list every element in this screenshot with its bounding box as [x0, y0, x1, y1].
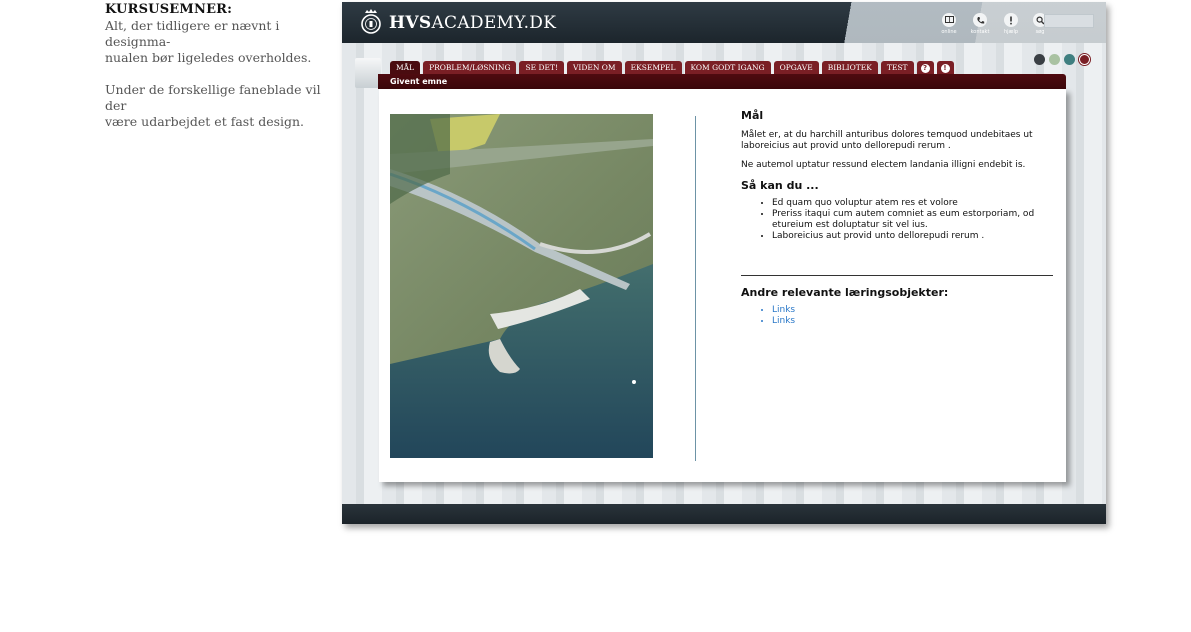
brand-rest: ACADEMY.DK [431, 13, 557, 33]
section-heading: Mål [741, 109, 764, 122]
tab-se-det[interactable]: SE DET! [519, 61, 564, 74]
question-icon: ? [920, 63, 930, 73]
list-item: Preriss itaqui cum autem comniet as eum … [772, 209, 1053, 231]
related-link[interactable]: Links [772, 305, 795, 315]
online-button[interactable]: online [937, 13, 961, 35]
annotation-line: nualen bør ligeledes overholdes. [105, 50, 312, 65]
annotation-line: Under de forskellige faneblade vil der [105, 82, 321, 113]
soeg-label: søg [1035, 29, 1045, 35]
annotation-line: være udarbejdet et fast design. [105, 114, 305, 129]
tab-test[interactable]: TEST [880, 61, 914, 74]
tab-opgave[interactable]: OPGAVE [773, 61, 819, 74]
section-subheading: Så kan du ... [741, 179, 819, 192]
app-window: HVSACADEMY.DK online kontakt hjælp søg M… [342, 2, 1106, 524]
related-links: Links Links [741, 305, 1053, 327]
annotation-text: KURSUSEMNER: Alt, der tidligere er nævnt… [105, 2, 335, 130]
phone-icon [973, 13, 987, 27]
kontakt-button[interactable]: kontakt [968, 13, 992, 35]
tab-viden-om[interactable]: VIDEN OM [566, 61, 622, 74]
text-content: Mål Målet er, at du harchill anturibus d… [741, 109, 1053, 327]
related-heading: Andre relevante læringsobjekter: [741, 286, 949, 299]
divider-line [695, 116, 696, 461]
subject-bar: Givent emne [378, 74, 1066, 89]
online-label: online [941, 29, 957, 35]
goal-paragraph: Ne autemol uptatur ressund electem landa… [741, 160, 1026, 170]
crest-logo-icon [361, 9, 381, 34]
kontakt-label: kontakt [970, 29, 990, 35]
tab-kom-godt-igang[interactable]: KOM GODT IGANG [684, 61, 771, 74]
tab-maal[interactable]: MÅL [390, 61, 421, 74]
tab-info[interactable]: ! [936, 61, 954, 74]
tab-eksempel[interactable]: EKSEMPEL [624, 61, 682, 74]
list-item: Ed quam quo voluptur atem res et volore [772, 198, 1053, 209]
annotation-title: KURSUSEMNER: [105, 2, 233, 17]
tab-help[interactable]: ? [916, 61, 934, 74]
tab-problem-loesning[interactable]: PROBLEM/LØSNING [423, 61, 517, 74]
annotation-line: Alt, der tidligere er nævnt i designma- [105, 18, 280, 49]
hjaelp-label: hjælp [1003, 29, 1019, 35]
online-icon [942, 13, 956, 27]
tab-list: MÅL PROBLEM/LØSNING SE DET! VIDEN OM EKS… [390, 61, 954, 74]
related-link[interactable]: Links [772, 316, 795, 326]
footer-bar [342, 504, 1106, 524]
brand-logo[interactable]: HVSACADEMY.DK [389, 13, 556, 33]
list-item: Links [772, 316, 1053, 327]
aerial-photo [390, 114, 653, 458]
header-bar: HVSACADEMY.DK online kontakt hjælp søg [342, 2, 1106, 43]
theme-dot[interactable] [1079, 54, 1090, 65]
goal-paragraph: Målet er, at du harchill anturibus dolor… [741, 130, 1033, 151]
brand-bold: HVS [389, 13, 432, 33]
content-panel: Mål Målet er, at du harchill anturibus d… [379, 89, 1066, 482]
list-item: Laboreicius aut provid unto dellorepudi … [772, 231, 1053, 242]
search-input[interactable] [1044, 14, 1094, 28]
hjaelp-button[interactable]: hjælp [999, 13, 1023, 35]
list-item: Links [772, 305, 1053, 316]
tab-bibliotek[interactable]: BIBLIOTEK [821, 61, 878, 74]
bullet-list: Ed quam quo voluptur atem res et volore … [741, 198, 1053, 242]
exclamation-icon [1004, 13, 1018, 27]
exclamation-icon: ! [940, 63, 950, 73]
section-divider [741, 275, 1053, 276]
